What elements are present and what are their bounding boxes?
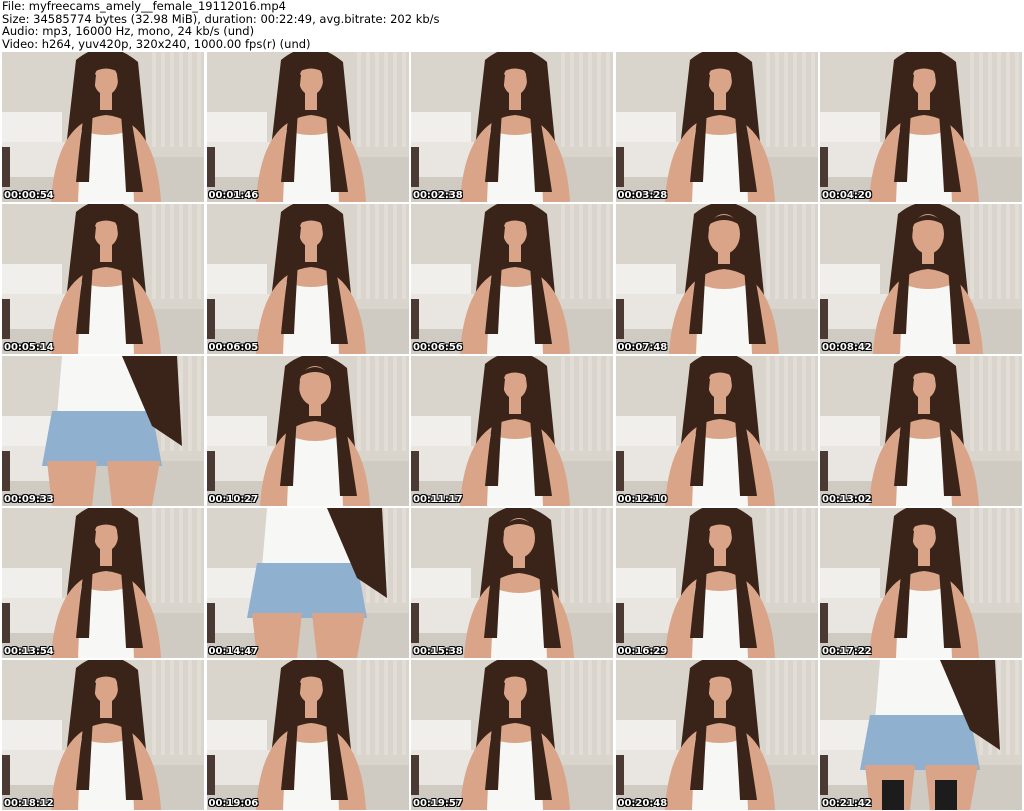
thumbnail-timestamp: 00:19:06 [208, 798, 259, 809]
thumbnail-frame-image [615, 508, 818, 658]
thumbnail-frame-image [206, 660, 409, 810]
thumbnail-frame-image [615, 356, 818, 506]
thumbnail-frame-image [411, 204, 613, 354]
thumbnail-timestamp: 00:07:48 [617, 342, 668, 353]
video-thumbnail: 00:01:46 [206, 52, 409, 202]
video-thumbnail: 00:19:57 [411, 660, 613, 810]
video-thumbnail: 00:13:02 [820, 356, 1022, 506]
video-thumbnail: 00:21:42 [820, 660, 1022, 810]
thumbnail-frame-image [615, 660, 818, 810]
thumbnail-timestamp: 00:14:47 [208, 646, 259, 657]
thumbnail-timestamp: 00:15:38 [413, 646, 463, 657]
video-thumbnail: 00:16:29 [615, 508, 818, 658]
video-thumbnail: 00:07:48 [615, 204, 818, 354]
thumbnail-frame-image [820, 660, 1022, 810]
thumbnail-timestamp: 00:19:57 [413, 798, 463, 809]
video-thumbnail: 00:03:28 [615, 52, 818, 202]
video-thumbnail: 00:02:38 [411, 52, 613, 202]
thumbnail-timestamp: 00:03:28 [617, 190, 668, 201]
video-thumbnail: 00:18:12 [2, 660, 204, 810]
thumbnail-timestamp: 00:00:54 [4, 190, 54, 201]
video-thumbnail: 00:05:14 [2, 204, 204, 354]
thumbnail-timestamp: 00:01:46 [208, 190, 259, 201]
thumbnail-timestamp: 00:04:20 [822, 190, 872, 201]
thumbnail-timestamp: 00:13:54 [4, 646, 54, 657]
thumbnail-frame-image [2, 52, 204, 202]
thumbnail-frame-image [206, 508, 409, 658]
thumbnail-timestamp: 00:09:33 [4, 494, 54, 505]
thumbnail-timestamp: 00:13:02 [822, 494, 872, 505]
thumbnail-timestamp: 00:21:42 [822, 798, 872, 809]
thumbnail-frame-image [615, 52, 818, 202]
video-thumbnail: 00:13:54 [2, 508, 204, 658]
thumbnail-frame-image [820, 204, 1022, 354]
thumbnail-timestamp: 00:08:42 [822, 342, 872, 353]
video-thumbnail: 00:08:42 [820, 204, 1022, 354]
thumbnail-frame-image [2, 356, 204, 506]
video-thumbnail: 00:19:06 [206, 660, 409, 810]
thumbnail-frame-image [820, 508, 1022, 658]
video-thumbnail: 00:12:10 [615, 356, 818, 506]
video-thumbnail: 00:17:22 [820, 508, 1022, 658]
thumbnail-timestamp: 00:06:05 [208, 342, 259, 353]
thumbnail-frame-image [206, 204, 409, 354]
thumbnail-frame-image [411, 356, 613, 506]
thumbnail-timestamp: 00:18:12 [4, 798, 54, 809]
thumbnail-frame-image [820, 52, 1022, 202]
video-thumbnail: 00:10:27 [206, 356, 409, 506]
video-thumbnail: 00:14:47 [206, 508, 409, 658]
thumbnail-timestamp: 00:17:22 [822, 646, 872, 657]
thumbnail-timestamp: 00:20:48 [617, 798, 668, 809]
video-thumbnail: 00:09:33 [2, 356, 204, 506]
thumbnail-frame-image [411, 508, 613, 658]
video-thumbnail: 00:20:48 [615, 660, 818, 810]
thumbnail-frame-image [2, 660, 204, 810]
video-line: Video: h264, yuv420p, 320x240, 1000.00 f… [2, 36, 311, 51]
thumbnail-frame-image [2, 508, 204, 658]
video-thumbnail: 00:11:17 [411, 356, 613, 506]
video-thumbnail: 00:06:56 [411, 204, 613, 354]
thumbnail-timestamp: 00:10:27 [208, 494, 259, 505]
video-thumbnail: 00:06:05 [206, 204, 409, 354]
thumbnail-frame-image [411, 52, 613, 202]
thumbnail-timestamp: 00:06:56 [413, 342, 463, 353]
audio-line: Audio: mp3, 16000 Hz, mono, 24 kb/s (und… [2, 24, 255, 38]
thumbnail-timestamp: 00:05:14 [4, 342, 54, 353]
thumbnail-timestamp: 00:11:17 [413, 494, 463, 505]
thumbnail-timestamp: 00:16:29 [617, 646, 668, 657]
file-line: File: myfreecams_amely__female_19112016.… [2, 0, 286, 13]
thumbnail-timestamp: 00:02:38 [413, 190, 463, 201]
thumbnail-frame-image [206, 356, 409, 506]
file-info-header: File: myfreecams_amely__female_19112016.… [2, 0, 440, 50]
thumbnail-frame-image [820, 356, 1022, 506]
video-thumbnail: 00:15:38 [411, 508, 613, 658]
thumbnail-grid: 00:00:54 00:01:46 00:02:38 00:03:28 00:04:20… [0, 50, 1024, 811]
video-thumbnail: 00:04:20 [820, 52, 1022, 202]
video-thumbnail: 00:00:54 [2, 52, 204, 202]
thumbnail-frame-image [411, 660, 613, 810]
thumbnail-timestamp: 00:12:10 [617, 494, 668, 505]
thumbnail-frame-image [615, 204, 818, 354]
thumbnail-frame-image [2, 204, 204, 354]
thumbnail-frame-image [206, 52, 409, 202]
